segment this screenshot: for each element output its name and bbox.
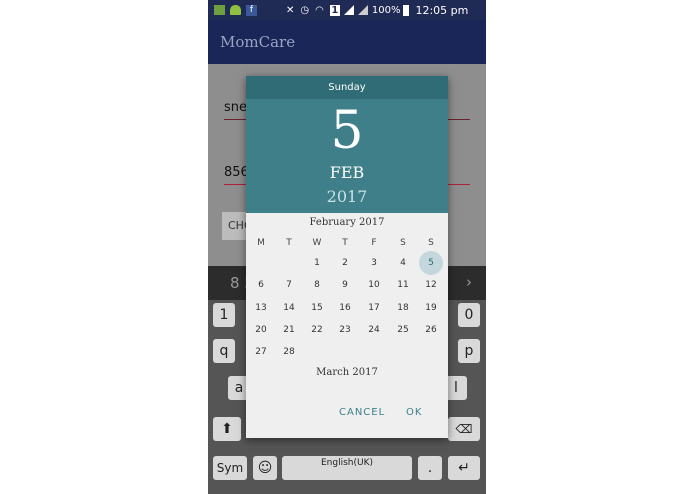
calendar-day[interactable]: 11 (391, 273, 415, 297)
calendar-day[interactable]: 14 (277, 296, 301, 320)
calendar-day[interactable]: 28 (277, 340, 301, 364)
calendar-day[interactable]: 9 (333, 273, 357, 297)
weekday-label: F (371, 238, 377, 248)
calendar-day[interactable]: 6 (249, 273, 273, 297)
weekday-label: T (342, 238, 348, 248)
battery-level: 100% (371, 4, 401, 16)
shift-key[interactable]: ⬆ (213, 417, 241, 441)
enter-key[interactable]: ↵ (448, 456, 480, 480)
calendar-day[interactable]: 8 (305, 273, 329, 297)
android-icon (230, 5, 241, 15)
selected-date[interactable]: 5 (246, 101, 448, 161)
notification-icons: f (214, 3, 257, 17)
calendar-day[interactable]: 10 (362, 273, 386, 297)
calendar-day[interactable]: 15 (305, 296, 329, 320)
cancel-button[interactable]: CANCEL (339, 407, 385, 418)
app-bar: MomCare (208, 20, 486, 64)
calendar-day[interactable]: 23 (333, 318, 357, 342)
period-key[interactable]: . (418, 456, 442, 480)
weekday-label: M (257, 238, 265, 248)
date-picker-dialog: Sunday 5 FEB 2017 February 2017 MTWTFSS … (246, 76, 448, 438)
calendar-day[interactable]: 24 (362, 318, 386, 342)
mute-icon: ✕ (286, 4, 295, 16)
alarm-icon: ◷ (300, 4, 310, 16)
calendar-day[interactable]: 13 (249, 296, 273, 320)
calendar-day[interactable]: 18 (391, 296, 415, 320)
sym-key[interactable]: Sym (213, 456, 247, 480)
calendar-day[interactable]: 20 (249, 318, 273, 342)
selected-weekday: Sunday (246, 76, 448, 99)
key-1[interactable]: 1 (213, 303, 235, 327)
battery-icon (403, 4, 410, 16)
calendar-day[interactable]: 26 (419, 318, 443, 342)
key-q[interactable]: q (213, 339, 235, 363)
calendar-day[interactable]: 12 (419, 273, 443, 297)
signal-icon (343, 5, 354, 15)
calendar-day[interactable]: 21 (277, 318, 301, 342)
ok-button[interactable]: OK (406, 407, 422, 418)
next-month-title: March 2017 (316, 367, 378, 378)
date-header: 5 FEB 2017 (246, 99, 448, 213)
calendar-day[interactable]: 16 (333, 296, 357, 320)
space-key[interactable]: English(UK) (282, 456, 412, 480)
weekday-label: W (312, 238, 322, 248)
chevron-right-icon[interactable]: › (466, 273, 472, 291)
key-0[interactable]: 0 (458, 303, 480, 327)
calendar-day[interactable]: 4 (391, 251, 415, 275)
system-icons: ✕ ◷ ◠ 1 100% 12:05 pm (286, 3, 468, 17)
key-p[interactable]: p (458, 339, 480, 363)
app-title: MomCare (220, 33, 296, 51)
emoji-key[interactable]: ☺ (253, 456, 277, 480)
selected-month[interactable]: FEB (246, 163, 448, 182)
calendar-day[interactable]: 17 (362, 296, 386, 320)
key-l[interactable]: l (445, 376, 467, 400)
backspace-key[interactable]: ⌫ (448, 417, 480, 441)
selected-year[interactable]: 2017 (246, 187, 448, 206)
weekday-label: T (286, 238, 292, 248)
calendar-day[interactable]: 19 (419, 296, 443, 320)
calendar-day[interactable]: 25 (391, 318, 415, 342)
wifi-icon: ◠ (315, 4, 324, 16)
calendar-day[interactable]: 1 (305, 251, 329, 275)
calendar-day[interactable]: 2 (333, 251, 357, 275)
calendar-day[interactable]: 27 (249, 340, 273, 364)
signal2-icon (357, 5, 368, 15)
sim-icon: 1 (329, 4, 340, 16)
clock: 12:05 pm (415, 3, 469, 17)
calendar-day[interactable]: 22 (305, 318, 329, 342)
status-bar: f ✕ ◷ ◠ 1 100% 12:05 pm (208, 0, 486, 20)
calendar-day[interactable]: 7 (277, 273, 301, 297)
calendar-day[interactable]: 5 (419, 251, 443, 275)
facebook-icon: f (246, 4, 257, 16)
image-icon (214, 5, 225, 15)
weekday-label: S (428, 238, 434, 248)
weekday-label: S (400, 238, 406, 248)
calendar-month-title: February 2017 (309, 217, 385, 228)
calendar-day[interactable]: 3 (362, 251, 386, 275)
